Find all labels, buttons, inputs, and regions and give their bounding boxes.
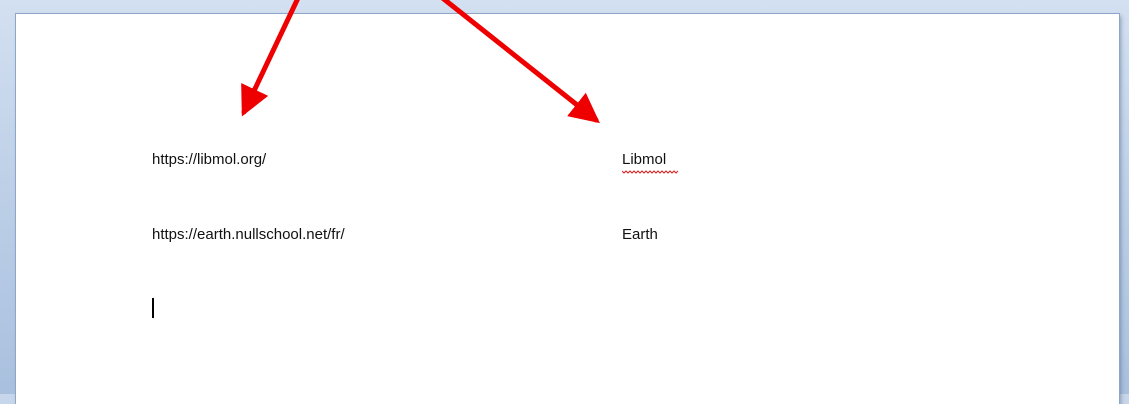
url-earth-nullschool[interactable]: https://earth.nullschool.net/fr/ xyxy=(152,226,345,244)
document-workspace: https://libmol.org/ Libmol https://earth… xyxy=(0,0,1129,404)
label-earth[interactable]: Earth xyxy=(622,226,658,244)
url-libmol[interactable]: https://libmol.org/ xyxy=(152,151,266,169)
spelling-error-underline xyxy=(622,170,679,174)
text-cursor xyxy=(152,298,154,318)
label-libmol[interactable]: Libmol xyxy=(622,151,666,169)
document-page[interactable]: https://libmol.org/ Libmol https://earth… xyxy=(16,14,1119,404)
